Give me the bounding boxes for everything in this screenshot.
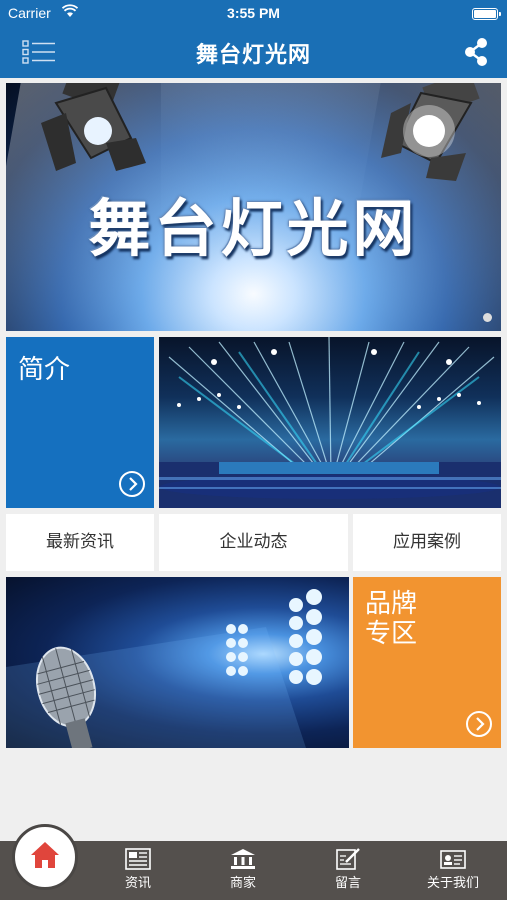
microphone-image[interactable] xyxy=(6,577,349,748)
spotlight-icon xyxy=(41,83,146,171)
stage-microphone-image xyxy=(6,589,322,748)
newspaper-icon xyxy=(125,848,151,870)
top-bar: Carrier 3:55 PM 舞台灯光网 xyxy=(0,0,507,78)
link-latest-news[interactable]: 最新资讯 xyxy=(6,514,154,571)
concert-image[interactable] xyxy=(159,337,501,508)
banner-carousel[interactable]: 舞台灯光网 xyxy=(6,83,501,331)
tab-about-us-label: 关于我们 xyxy=(426,876,479,891)
tab-news-label: 资讯 xyxy=(124,876,151,891)
page-title: 舞台灯光网 xyxy=(195,43,311,68)
battery-icon xyxy=(472,8,501,20)
spotlight-icon xyxy=(381,83,480,181)
tab-news[interactable]: 资讯 xyxy=(98,846,178,896)
home-button[interactable] xyxy=(12,824,78,890)
bank-icon xyxy=(231,849,255,869)
brand-zone-label: 品牌专区 xyxy=(365,589,418,649)
banner-headline: 舞台灯光网 xyxy=(88,192,419,265)
intro-tile-label: 简介 xyxy=(18,355,71,385)
home-icon xyxy=(31,842,59,868)
stage-lights-image xyxy=(159,337,501,508)
share-icon[interactable] xyxy=(463,37,489,67)
tab-messages[interactable]: 留言 xyxy=(308,846,388,896)
tab-merchants-label: 商家 xyxy=(229,876,256,891)
edit-note-icon xyxy=(336,848,360,870)
intro-tile[interactable]: 简介 xyxy=(6,337,154,508)
brand-zone-tile[interactable]: 品牌专区 xyxy=(353,577,501,748)
carousel-dot[interactable] xyxy=(483,313,492,322)
navbar: 舞台灯光网 xyxy=(0,26,507,78)
id-card-icon xyxy=(440,850,466,869)
link-application-cases[interactable]: 应用案例 xyxy=(353,514,501,571)
status-bar: Carrier 3:55 PM xyxy=(0,0,507,26)
chevron-right-icon xyxy=(466,711,492,737)
chevron-right-icon xyxy=(119,471,145,497)
tab-merchants[interactable]: 商家 xyxy=(203,846,283,896)
status-time: 3:55 PM xyxy=(227,5,280,21)
link-company-news[interactable]: 企业动态 xyxy=(159,514,348,571)
tab-about-us[interactable]: 关于我们 xyxy=(413,846,493,896)
tab-messages-label: 留言 xyxy=(334,876,361,891)
